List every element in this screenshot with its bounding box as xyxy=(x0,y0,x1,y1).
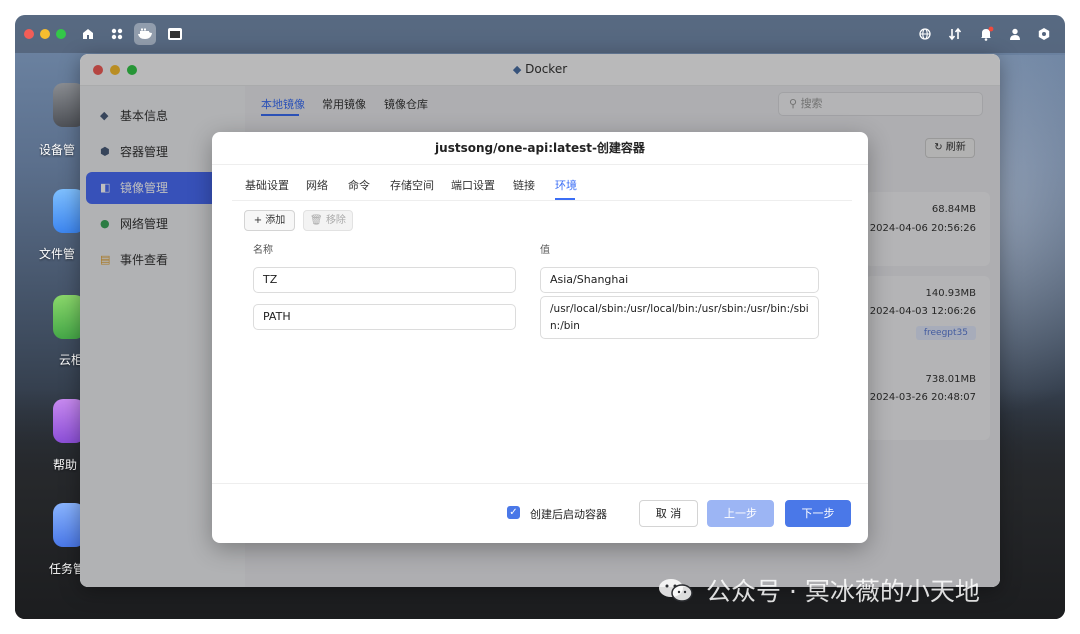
create-container-dialog: justsong/one-api:latest-创建容器 基础设置 网络 命令 … xyxy=(212,132,868,543)
start-after-create-checkbox[interactable]: ✓ xyxy=(507,506,520,519)
home-icon[interactable] xyxy=(77,23,99,45)
tab-basic-settings[interactable]: 基础设置 xyxy=(245,177,289,193)
env-name-field[interactable]: PATH xyxy=(253,304,516,330)
desktop-topbar xyxy=(15,15,1065,53)
terminal-icon[interactable] xyxy=(164,23,186,45)
trash-icon: 🗑 xyxy=(310,215,323,226)
tab-command[interactable]: 命令 xyxy=(348,177,370,193)
column-header-value: 值 xyxy=(540,245,550,256)
dialog-title: justsong/one-api:latest-创建容器 xyxy=(212,132,868,165)
start-after-create-label: 创建后启动容器 xyxy=(530,508,607,521)
remove-button[interactable]: 🗑 移除 xyxy=(303,210,353,231)
minimize-dot[interactable] xyxy=(40,29,50,39)
add-label: 添加 xyxy=(265,215,286,226)
user-icon[interactable] xyxy=(1004,23,1026,45)
bell-icon[interactable] xyxy=(975,23,997,45)
maximize-dot[interactable] xyxy=(56,29,66,39)
close-dot[interactable] xyxy=(24,29,34,39)
prev-step-button[interactable]: 上一步 xyxy=(707,500,774,527)
next-step-button[interactable]: 下一步 xyxy=(785,500,851,527)
tab-ports[interactable]: 端口设置 xyxy=(451,177,495,193)
env-name-field[interactable]: TZ xyxy=(253,267,516,293)
footer-divider xyxy=(212,483,868,484)
tab-storage[interactable]: 存储空间 xyxy=(390,177,434,193)
tab-divider xyxy=(232,200,852,201)
apps-grid-icon[interactable] xyxy=(106,23,128,45)
wechat-icon xyxy=(659,579,693,602)
remove-label: 移除 xyxy=(325,215,346,226)
settings-icon[interactable] xyxy=(1033,23,1055,45)
tab-environment[interactable]: 环境 xyxy=(555,177,577,193)
transfer-icon[interactable] xyxy=(944,23,966,45)
env-value-field[interactable]: Asia/Shanghai xyxy=(540,267,819,293)
add-button[interactable]: + 添加 xyxy=(244,210,295,231)
env-value-field[interactable]: /usr/local/sbin:/usr/local/bin:/usr/sbin… xyxy=(540,296,819,339)
globe-icon[interactable] xyxy=(914,23,936,45)
tab-links[interactable]: 链接 xyxy=(513,177,535,193)
cancel-button[interactable]: 取 消 xyxy=(639,500,698,527)
docker-icon[interactable] xyxy=(134,23,156,45)
plus-icon: + xyxy=(253,215,263,226)
column-header-name: 名称 xyxy=(253,245,273,256)
watermark-text: 公众号 · 冥冰薇的小天地 xyxy=(706,577,980,606)
tab-network[interactable]: 网络 xyxy=(306,177,328,193)
